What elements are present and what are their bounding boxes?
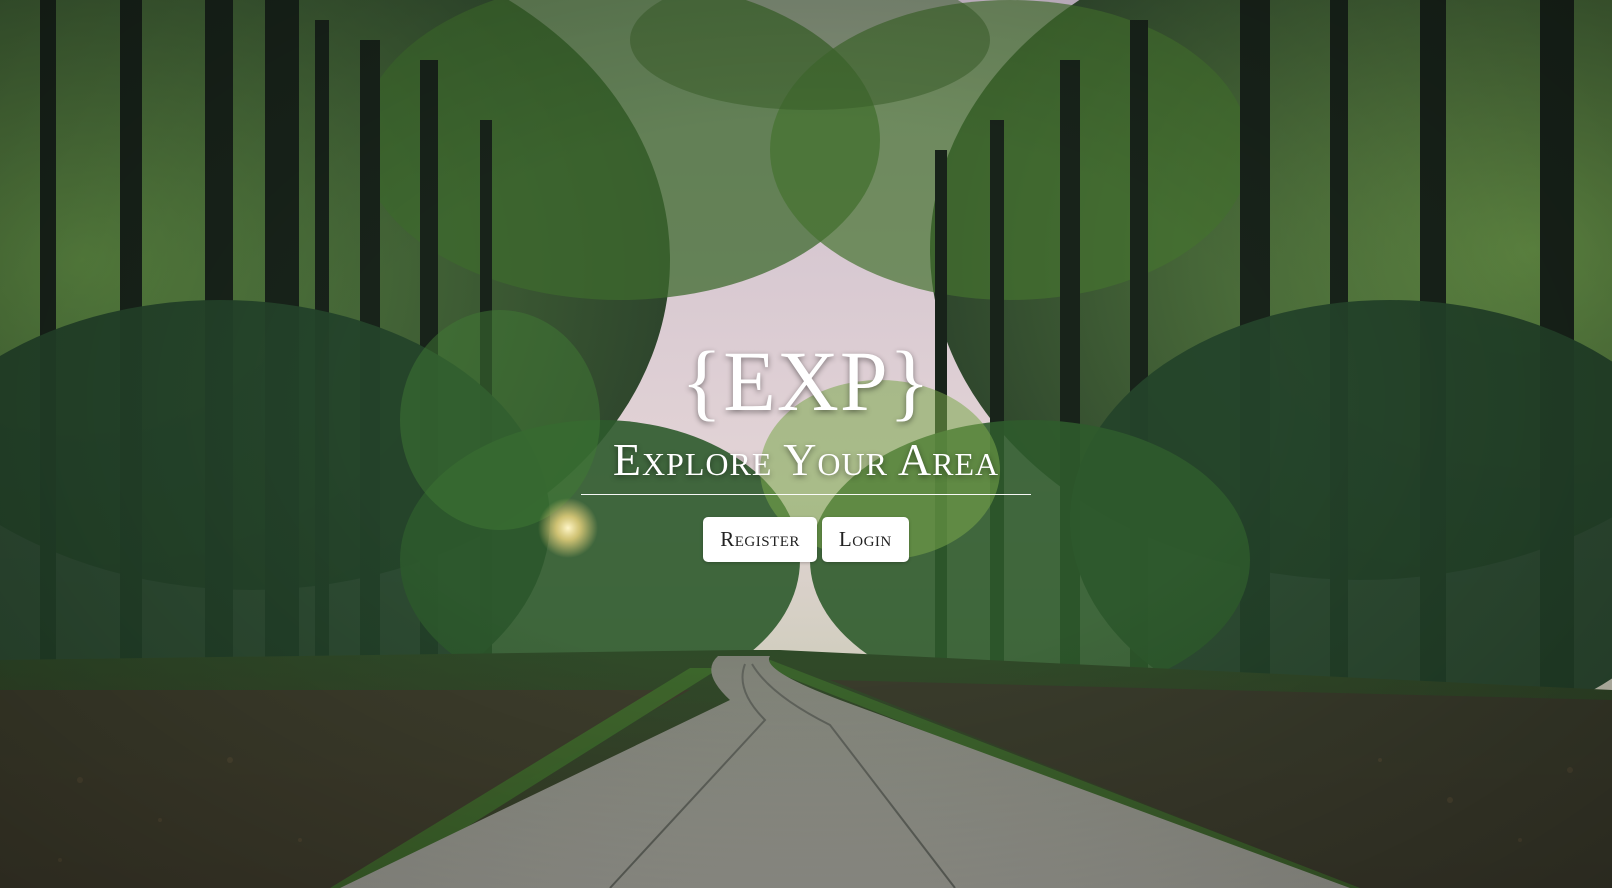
auth-actions: Register Login (0, 517, 1612, 562)
hero-divider (581, 494, 1031, 495)
register-button[interactable]: Register (703, 517, 817, 562)
brand-tagline: Explore Your Area (612, 434, 1000, 485)
brand-logo: {EXP} (680, 333, 932, 429)
login-button[interactable]: Login (821, 517, 909, 562)
hero-section: {EXP} Explore Your Area Register Login (0, 336, 1612, 562)
